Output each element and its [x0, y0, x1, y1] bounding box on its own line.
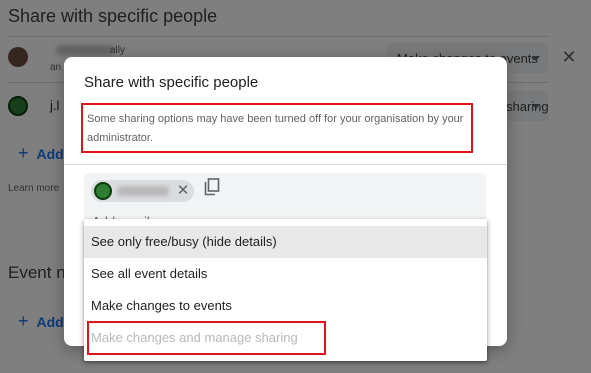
menu-item-all-details[interactable]: See all event details [84, 258, 487, 290]
avatar [94, 182, 112, 200]
dialog-title: Share with specific people [84, 74, 259, 91]
highlight-box [87, 321, 326, 355]
copy-icon[interactable] [204, 178, 220, 196]
divider [64, 164, 507, 165]
menu-item-make-changes[interactable]: Make changes to events [84, 290, 487, 322]
permission-menu: See only free/busy (hide details) See al… [84, 219, 487, 361]
person-chip[interactable]: ✕ [91, 180, 194, 202]
admin-notice: Some sharing options may have been turne… [81, 103, 473, 153]
menu-item-free-busy[interactable]: See only free/busy (hide details) [84, 226, 487, 258]
redacted-name [117, 186, 169, 196]
close-icon[interactable]: ✕ [175, 182, 191, 200]
